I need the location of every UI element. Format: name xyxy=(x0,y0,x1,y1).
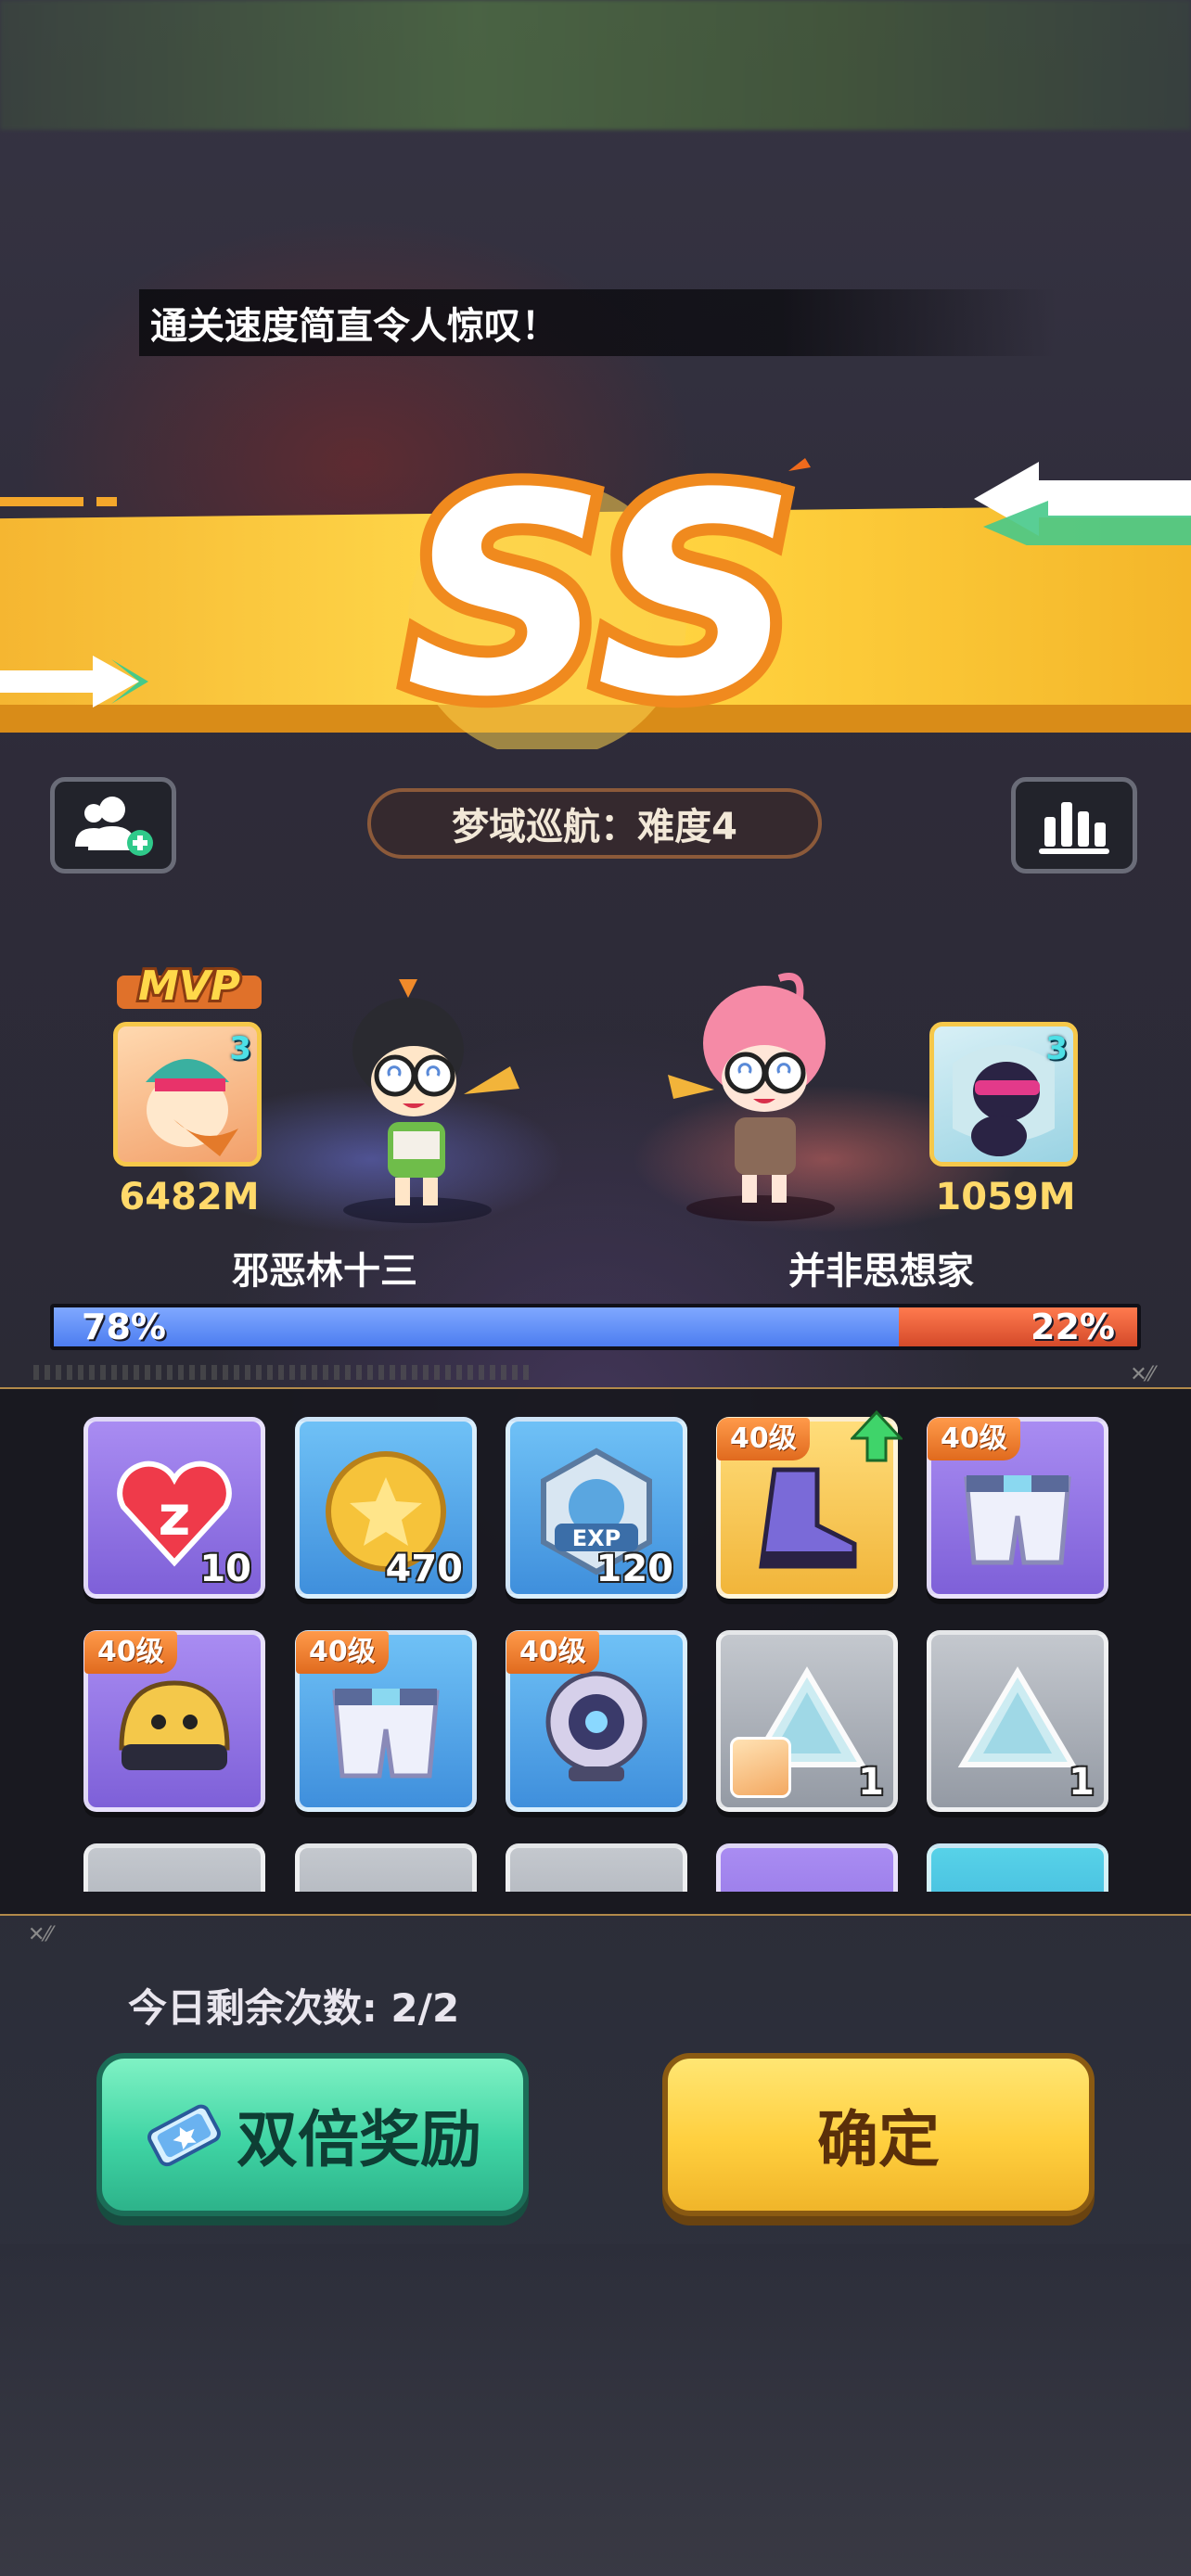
reward-item[interactable] xyxy=(927,1843,1108,1892)
upgrade-arrow-icon xyxy=(851,1410,903,1462)
confirm-label: 确定 xyxy=(817,2104,940,2175)
reward-item[interactable] xyxy=(295,1843,477,1892)
item-quantity: 470 xyxy=(385,1548,464,1590)
damage-share-right-label: 22% xyxy=(1031,1307,1115,1347)
reward-item[interactable] xyxy=(83,1843,265,1892)
item-level-tag: 40级 xyxy=(928,1418,1020,1460)
double-reward-label: 双倍奖励 xyxy=(237,2104,481,2175)
arrow-left-icon xyxy=(974,462,1191,545)
reward-item[interactable]: 1 xyxy=(927,1630,1108,1812)
rewards-grid[interactable]: z 10 470 EXP 120 40级 40级 40级 40级 40级 1 1 xyxy=(0,1400,1191,1892)
reward-item[interactable] xyxy=(716,1843,898,1892)
crystal-shard-icon xyxy=(957,1666,1078,1767)
add-friend-button[interactable] xyxy=(50,777,176,874)
panel-decoration-mark: ✕⁄⁄ xyxy=(28,1923,52,1946)
svg-text:z: z xyxy=(159,1484,191,1549)
shorts-icon xyxy=(964,1475,1071,1565)
panel-decoration xyxy=(33,1365,534,1380)
item-level-tag: 40级 xyxy=(84,1631,177,1674)
arrow-right-icon xyxy=(0,656,148,708)
background-hud-blur xyxy=(0,0,1191,130)
player-avatar-left[interactable]: 3 xyxy=(113,1022,262,1167)
double-reward-button[interactable]: 双倍奖励 xyxy=(96,2053,529,2216)
damage-share-bar: 78% 22% xyxy=(50,1304,1141,1350)
ribbon-accent-line xyxy=(96,497,117,506)
item-quantity: 1 xyxy=(858,1761,884,1804)
background-bottom xyxy=(0,2244,1191,2576)
reward-item[interactable]: 40级 xyxy=(506,1630,687,1812)
add-friend-icon xyxy=(75,797,153,856)
reward-item[interactable]: 40级 xyxy=(83,1630,265,1812)
stage-title: 梦域巡航：难度4 xyxy=(367,788,822,859)
item-quantity: 1 xyxy=(1069,1761,1095,1804)
svg-text:MVP: MVP xyxy=(138,963,240,1010)
remaining-attempts: 今日剩余次数: 2/2 xyxy=(128,1985,460,2031)
player-avatar-right[interactable]: 3 xyxy=(929,1022,1078,1167)
damage-share-left-fill xyxy=(54,1307,900,1346)
player-level: 3 xyxy=(229,1030,251,1067)
reward-item[interactable]: 470 xyxy=(295,1417,477,1599)
helmet-icon xyxy=(119,1680,230,1770)
reward-item[interactable]: 1 xyxy=(716,1630,898,1812)
reward-item[interactable]: EXP 120 xyxy=(506,1417,687,1599)
player-damage-left: 6482M xyxy=(119,1176,260,1218)
player-name-right: 并非思想家 xyxy=(788,1250,974,1293)
player-character-left xyxy=(343,979,519,1223)
reward-item[interactable]: 40级 xyxy=(295,1630,477,1812)
reward-item[interactable]: 40级 xyxy=(716,1410,903,1599)
reward-item[interactable] xyxy=(506,1843,687,1892)
item-quantity: 10 xyxy=(199,1548,251,1590)
confirm-button[interactable]: 确定 xyxy=(662,2053,1095,2216)
player-character-right xyxy=(668,973,835,1221)
item-owner-avatar xyxy=(730,1737,791,1798)
praise-message: 通关速度简直令人惊叹！ xyxy=(139,289,1057,356)
player-name-left: 邪恶林十三 xyxy=(232,1250,417,1293)
ribbon-accent-line xyxy=(0,497,83,506)
reward-item[interactable]: z 10 xyxy=(83,1417,265,1599)
shorts-icon xyxy=(332,1689,440,1779)
damage-share-left-label: 78% xyxy=(82,1307,166,1347)
ss-rank-badge: SS xyxy=(393,443,811,749)
player-level: 3 xyxy=(1045,1030,1068,1067)
item-level-tag: 40级 xyxy=(296,1631,389,1674)
bar-chart-icon xyxy=(1039,802,1109,854)
eye-orb-icon xyxy=(545,1671,647,1781)
item-level-tag: 40级 xyxy=(717,1418,810,1460)
item-level-tag: 40级 xyxy=(506,1631,599,1674)
panel-decoration-mark: ✕⁄⁄ xyxy=(1130,1363,1154,1386)
ticket-icon xyxy=(147,2104,221,2167)
boots-icon xyxy=(759,1467,857,1569)
reward-item[interactable]: 40级 xyxy=(927,1417,1108,1599)
damage-stats-button[interactable] xyxy=(1011,777,1137,874)
rank-grade: SS xyxy=(405,443,796,749)
mvp-badge: MVP xyxy=(117,960,262,1013)
player-damage-right: 1059M xyxy=(935,1176,1076,1218)
item-quantity: 120 xyxy=(596,1548,674,1590)
